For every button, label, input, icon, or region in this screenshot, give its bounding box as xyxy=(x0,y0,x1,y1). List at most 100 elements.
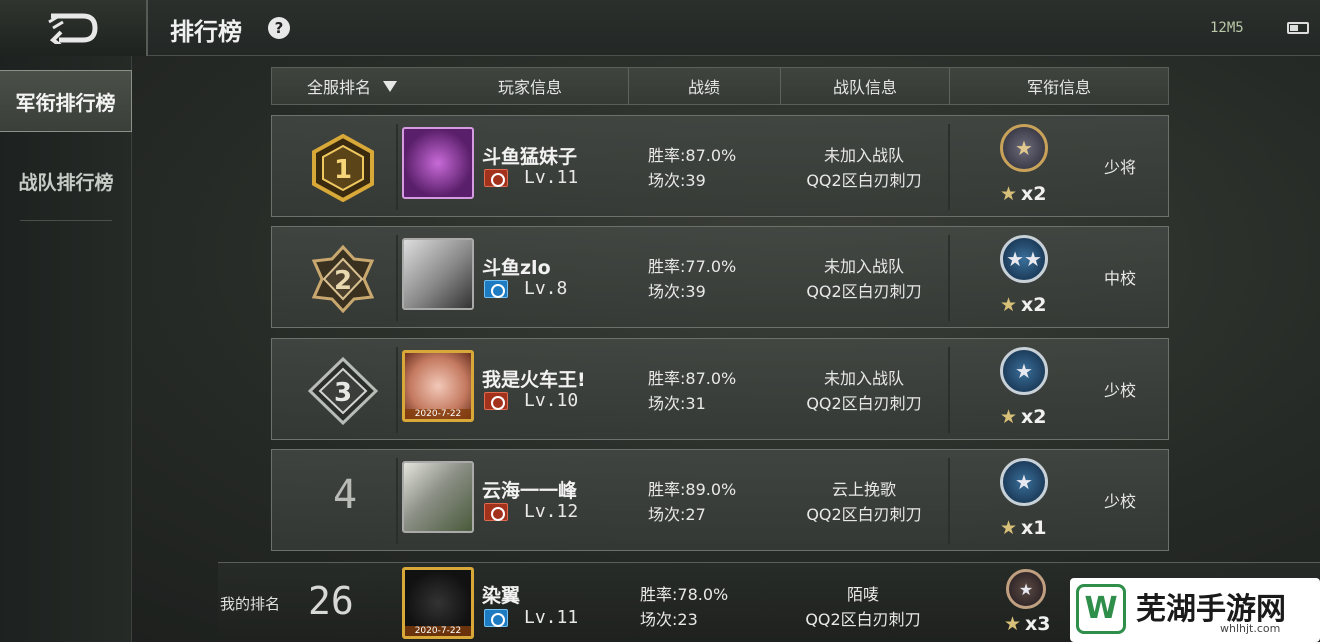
gold-rank-badge-icon: 1 xyxy=(312,134,374,202)
page-title: 排行榜 xyxy=(170,18,242,46)
server-rank-filter[interactable]: 全服排名 xyxy=(272,68,432,104)
avatar-frame-date: 2020-7-22 xyxy=(405,409,471,419)
battery-icon xyxy=(1287,22,1309,34)
avatar[interactable]: 2020-7-22 xyxy=(402,567,474,639)
match-count: 场次:31 xyxy=(648,394,706,413)
table-row[interactable]: 4 云海一一峰 Lv.12 胜率:89.0% 场次:27 云上挽歌 QQ2区白刃… xyxy=(271,449,1169,551)
column-team-info: 战队信息 xyxy=(832,78,897,97)
avatar[interactable] xyxy=(402,461,474,533)
my-rank-label: 我的排名 xyxy=(220,595,281,613)
star-icon: ★ xyxy=(1000,517,1018,539)
table-row[interactable]: 1 斗鱼猛妹子 Lv.11 胜率:87.0% 场次:39 未加入战队 QQ2区白… xyxy=(271,115,1169,217)
match-count: 场次:39 xyxy=(648,171,706,190)
sidebar-item-rank-leaderboard[interactable]: 军衔排行榜 xyxy=(0,70,132,132)
team-name: 云上挽歌 xyxy=(831,480,896,499)
match-count: 场次:23 xyxy=(640,610,698,629)
rank-title: 少将 xyxy=(1103,158,1136,177)
player-badge-icon xyxy=(484,503,508,521)
row-divider xyxy=(396,124,398,210)
player-level: Lv.12 xyxy=(524,501,579,522)
column-record: 战绩 xyxy=(687,78,720,97)
win-rate: 胜率:77.0% xyxy=(648,257,737,276)
player-name: 染翼 xyxy=(482,585,521,607)
rank-number: 2 xyxy=(334,266,352,296)
row-divider xyxy=(396,235,398,321)
table-header: 全服排名 玩家信息 战绩 战队信息 军衔信息 xyxy=(271,67,1169,105)
team-name: 陌唛 xyxy=(846,585,879,604)
back-arrow-icon xyxy=(48,13,98,44)
table-row[interactable]: 2 斗鱼zlo Lv.8 胜率:77.0% 场次:39 未加入战队 QQ2区白刃… xyxy=(271,226,1169,328)
player-level: Lv.11 xyxy=(524,167,579,188)
back-button[interactable] xyxy=(0,0,148,56)
star-icon: ★ xyxy=(1000,294,1018,316)
bronze-rank-badge-icon: 3 xyxy=(308,357,378,425)
rank-title: 中校 xyxy=(1103,269,1136,288)
win-rate: 胜率:78.0% xyxy=(640,585,729,604)
player-badge-icon xyxy=(484,169,508,187)
server-name: QQ2区白刃刺刀 xyxy=(806,394,922,413)
rank-number: 4 xyxy=(332,472,358,518)
player-name: 斗鱼zlo xyxy=(482,257,551,279)
win-rate: 胜率:89.0% xyxy=(648,480,737,499)
player-badge-icon xyxy=(484,280,508,298)
server-name: QQ2区白刃刺刀 xyxy=(805,610,921,629)
match-count: 场次:27 xyxy=(648,505,706,524)
rank-number: 1 xyxy=(334,155,352,185)
table-row[interactable]: 3 2020-7-22 我是火车王! Lv.10 胜率:87.0% 场次:31 … xyxy=(271,338,1169,440)
rank-number: 3 xyxy=(334,378,352,408)
player-name: 斗鱼猛妹子 xyxy=(482,146,578,168)
server-name: QQ2区白刃刺刀 xyxy=(806,282,922,301)
watermark-url: whlhjt.com xyxy=(1220,622,1281,635)
my-rank-number: 26 xyxy=(308,579,354,623)
team-name: 未加入战队 xyxy=(823,369,904,388)
rank-title: 少校 xyxy=(1103,492,1136,511)
player-name: 我是火车王! xyxy=(482,369,586,391)
column-rank-info: 军衔信息 xyxy=(1026,78,1091,97)
network-speed: 12M5 xyxy=(1210,20,1244,36)
rank-medal-icon: ★ xyxy=(1006,569,1046,609)
star-count: ★ x2 xyxy=(1000,183,1047,205)
sidebar: 军衔排行榜 战队排行榜 xyxy=(0,56,132,642)
star-count: ★ x2 xyxy=(1000,294,1047,316)
row-divider xyxy=(948,347,950,433)
rank-title: 少校 xyxy=(1103,381,1136,400)
player-level: Lv.11 xyxy=(524,607,579,628)
player-level: Lv.8 xyxy=(524,278,568,299)
star-count: ★ x2 xyxy=(1000,406,1047,428)
rank-medal-icon: ★ xyxy=(1000,347,1048,395)
sidebar-item-team-leaderboard[interactable]: 战队排行榜 xyxy=(0,156,132,206)
rank-medal-icon: ★ xyxy=(1000,124,1048,172)
triangle-down-icon xyxy=(383,80,397,92)
star-icon: ★ xyxy=(1000,183,1018,205)
row-divider xyxy=(396,458,398,544)
help-icon[interactable]: ? xyxy=(268,17,290,39)
win-rate: 胜率:87.0% xyxy=(648,146,737,165)
avatar[interactable] xyxy=(402,127,474,199)
win-rate: 胜率:87.0% xyxy=(648,369,737,388)
top-bar: 排行榜 ? 12M5 xyxy=(0,0,1320,56)
team-name: 未加入战队 xyxy=(823,146,904,165)
row-divider xyxy=(948,124,950,210)
row-divider xyxy=(396,347,398,433)
silver-rank-badge-icon: 2 xyxy=(311,245,375,313)
star-count: ★ x1 xyxy=(1000,517,1047,539)
match-count: 场次:39 xyxy=(648,282,706,301)
team-name: 未加入战队 xyxy=(823,257,904,276)
avatar[interactable]: 2020-7-22 xyxy=(402,350,474,422)
avatar[interactable] xyxy=(402,238,474,310)
star-count: ★ x3 xyxy=(1004,613,1051,635)
avatar-frame-date: 2020-7-22 xyxy=(405,626,471,636)
sidebar-divider xyxy=(20,220,112,221)
player-badge-icon xyxy=(484,392,508,410)
rank-medal-icon: ★ xyxy=(1000,458,1048,506)
server-name: QQ2区白刃刺刀 xyxy=(806,171,922,190)
column-server-rank: 全服排名 xyxy=(306,78,371,97)
star-icon: ★ xyxy=(1004,613,1022,635)
column-player-info: 玩家信息 xyxy=(497,78,562,97)
row-divider xyxy=(948,235,950,321)
watermark: W 芜湖手游网 whlhjt.com xyxy=(1070,578,1320,642)
star-icon: ★ xyxy=(1000,406,1018,428)
player-badge-icon xyxy=(484,609,508,627)
server-name: QQ2区白刃刺刀 xyxy=(806,505,922,524)
player-name: 云海一一峰 xyxy=(482,480,578,502)
